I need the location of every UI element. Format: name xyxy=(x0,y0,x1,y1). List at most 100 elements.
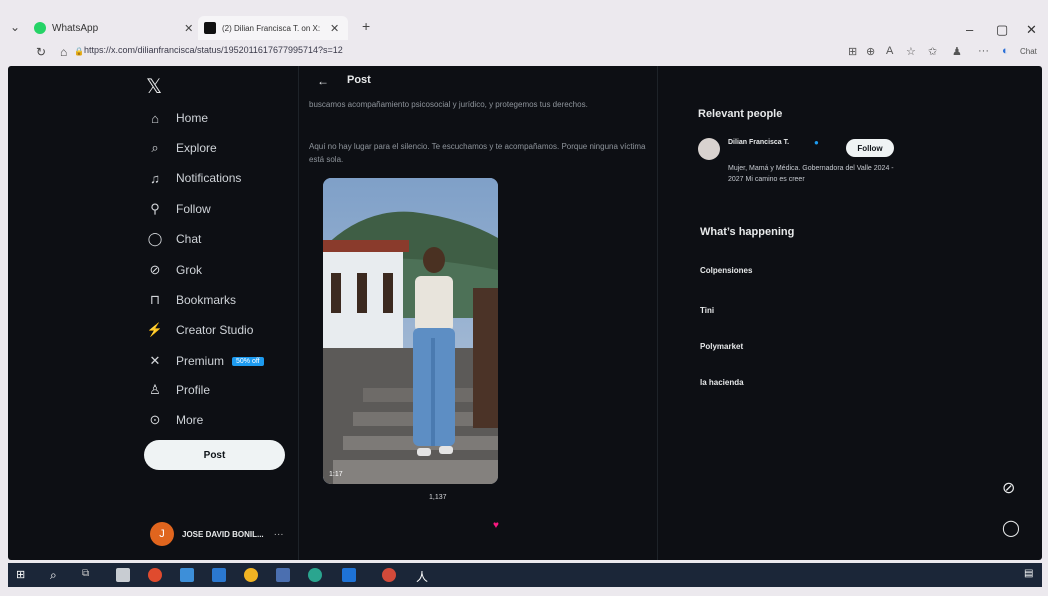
sidebar-item-notifications[interactable]: ♫ Notifications xyxy=(146,167,241,189)
trend-item[interactable]: Polymarket xyxy=(700,342,743,351)
post-text: Aquí no hay lugar para el silencio. Te e… xyxy=(309,142,646,164)
more-icon[interactable]: ··· xyxy=(978,45,989,57)
x-favicon-icon xyxy=(204,22,216,34)
chat-icon: ◯ xyxy=(147,231,163,246)
url-field[interactable]: https://x.com/dilianfrancisca/status/195… xyxy=(84,45,343,55)
maximize-icon[interactable]: ▢ xyxy=(996,22,1008,38)
sidebar-item-label: Explore xyxy=(176,141,217,155)
sidebar-item-label: Chat xyxy=(176,232,202,246)
sidebar-item-grok[interactable]: ⊘ Grok xyxy=(146,259,202,281)
account-name: JOSE DAVID BONIL... xyxy=(182,529,264,539)
collections-icon[interactable]: ✩ xyxy=(928,45,937,58)
sidebar-item-premium[interactable]: ✕ Premium 50% off xyxy=(146,350,264,372)
close-window-icon[interactable]: ✕ xyxy=(1026,22,1037,38)
relevant-people-title: Relevant people xyxy=(698,108,783,120)
chrome-icon[interactable] xyxy=(244,568,258,582)
like-icon[interactable]: ♥ xyxy=(493,520,499,531)
new-tab-icon[interactable]: + xyxy=(362,18,370,34)
browser-tab-bar: ⌄ WhatsApp ✕ (2) Dilian Francisca T. on … xyxy=(0,14,1048,42)
trend-item[interactable]: Colpensiones xyxy=(700,266,752,275)
video-duration: 1:17 xyxy=(329,471,343,478)
app-icon[interactable] xyxy=(382,568,396,582)
relevant-person-name[interactable]: Dilian Francisca T. xyxy=(728,139,789,146)
search-icon: ⌕ xyxy=(151,140,159,155)
tab-whatsapp[interactable]: WhatsApp ✕ xyxy=(34,16,193,40)
close-icon[interactable]: ✕ xyxy=(184,22,193,35)
account-switcher[interactable]: J JOSE DAVID BONIL... ··· xyxy=(150,522,284,546)
read-aloud-icon[interactable]: A xyxy=(886,45,893,57)
notifications-icon[interactable]: ▤ xyxy=(1024,568,1038,582)
task-view-icon[interactable]: ⧉ xyxy=(82,568,96,582)
tab-list-chevron-icon[interactable]: ⌄ xyxy=(10,20,20,34)
close-icon[interactable]: ✕ xyxy=(330,22,339,35)
tab-label: (2) Dilian Francisca T. on X: "En la xyxy=(222,23,322,33)
favorite-icon[interactable]: ☆ xyxy=(906,45,916,58)
app-icon[interactable] xyxy=(342,568,356,582)
tab-x-post[interactable]: (2) Dilian Francisca T. on X: "En la ✕ xyxy=(198,16,348,40)
trend-item[interactable]: Tini xyxy=(700,306,714,315)
sidebar-item-creator-studio[interactable]: ⚡ Creator Studio xyxy=(146,319,253,341)
search-icon[interactable]: ⌕ xyxy=(50,568,64,582)
more-circle-icon: ⊙ xyxy=(149,412,161,427)
x-page: 𝕏 ⌂ Home ⌕ Explore ♫ Notifications ⚲ Fol… xyxy=(8,66,1042,560)
creator-studio-icon: ⚡ xyxy=(146,322,164,337)
grok-float-icon[interactable]: ⊘ xyxy=(1002,478,1015,498)
app-icon[interactable] xyxy=(116,568,130,582)
whats-happening-title: What’s happening xyxy=(700,226,795,238)
sidebar-item-label: More xyxy=(176,413,204,427)
post-button[interactable]: Post xyxy=(144,440,285,470)
minimize-icon[interactable]: – xyxy=(966,22,973,37)
sidebar-item-label: Profile xyxy=(176,383,211,397)
follow-button[interactable]: Follow xyxy=(846,139,894,157)
windows-start-icon[interactable]: ⊞ xyxy=(16,568,30,582)
more-icon: ··· xyxy=(273,528,284,540)
lock-icon[interactable]: 🔒 xyxy=(74,47,84,56)
edge-icon[interactable] xyxy=(308,568,322,582)
x-logo-icon[interactable]: 𝕏 xyxy=(146,74,162,99)
post-column: ← Post buscamos acompañamiento psicosoci… xyxy=(298,66,658,560)
sidebar-item-bookmarks[interactable]: ⊓ Bookmarks xyxy=(146,289,236,311)
bell-icon: ♫ xyxy=(150,170,160,186)
taskbar: ⊞ ⌕ ⧉ 人 ▤ xyxy=(8,563,1042,587)
sidebar-item-explore[interactable]: ⌕ Explore xyxy=(146,137,217,159)
grok-icon: ⊘ xyxy=(149,262,161,277)
profile-icon: ♙ xyxy=(149,382,161,397)
zoom-icon[interactable]: ⊕ xyxy=(866,45,875,58)
avatar[interactable] xyxy=(698,138,720,160)
translate-icon[interactable]: ⊞ xyxy=(848,45,857,58)
relevant-person-bio: Mujer, Mamá y Médica. Gobernadora del Va… xyxy=(728,165,894,183)
screen: ⌄ WhatsApp ✕ (2) Dilian Francisca T. on … xyxy=(0,0,1048,596)
chat-button[interactable]: Chat xyxy=(1020,47,1037,56)
discount-badge: 50% off xyxy=(232,356,264,366)
post-video[interactable]: 1:17 xyxy=(323,178,498,484)
opera-icon[interactable] xyxy=(148,568,162,582)
messages-float-icon[interactable]: ◯ xyxy=(1002,518,1020,538)
app-icon[interactable] xyxy=(180,568,194,582)
sidebar-item-follow[interactable]: ⚲ Follow xyxy=(146,198,210,220)
tab-label: WhatsApp xyxy=(52,22,99,34)
back-arrow-icon[interactable]: ← xyxy=(317,74,329,88)
sidebar-item-profile[interactable]: ♙ Profile xyxy=(146,379,210,401)
app-icon[interactable] xyxy=(276,568,290,582)
refresh-icon[interactable]: ↻ xyxy=(36,45,46,59)
verified-icon: ● xyxy=(814,138,819,147)
view-count: 1,137 xyxy=(429,494,447,501)
extension-icon[interactable]: ♟ xyxy=(952,45,962,58)
avatar: J xyxy=(150,522,174,546)
page-title: Post xyxy=(347,74,371,86)
sidebar-item-home[interactable]: ⌂ Home xyxy=(146,107,208,129)
sidebar-item-more[interactable]: ⊙ More xyxy=(146,409,204,431)
bookmark-icon: ⊓ xyxy=(149,292,161,307)
home-icon: ⌂ xyxy=(151,110,159,126)
address-bar: ↻ ⌂ 🔒 https://x.com/dilianfrancisca/stat… xyxy=(0,42,1048,64)
whatsapp-icon xyxy=(34,22,46,34)
premium-icon: ✕ xyxy=(149,353,161,368)
trend-item[interactable]: la hacienda xyxy=(700,378,744,387)
sidebar-item-label: Creator Studio xyxy=(176,323,254,337)
copilot-icon[interactable]: ◐ xyxy=(1002,45,1009,57)
figure-icon[interactable]: 人 xyxy=(416,568,430,584)
sidebar-item-label: Home xyxy=(176,111,209,125)
home-icon[interactable]: ⌂ xyxy=(60,45,67,59)
store-icon[interactable] xyxy=(212,568,226,582)
sidebar-item-chat[interactable]: ◯ Chat xyxy=(146,228,202,250)
